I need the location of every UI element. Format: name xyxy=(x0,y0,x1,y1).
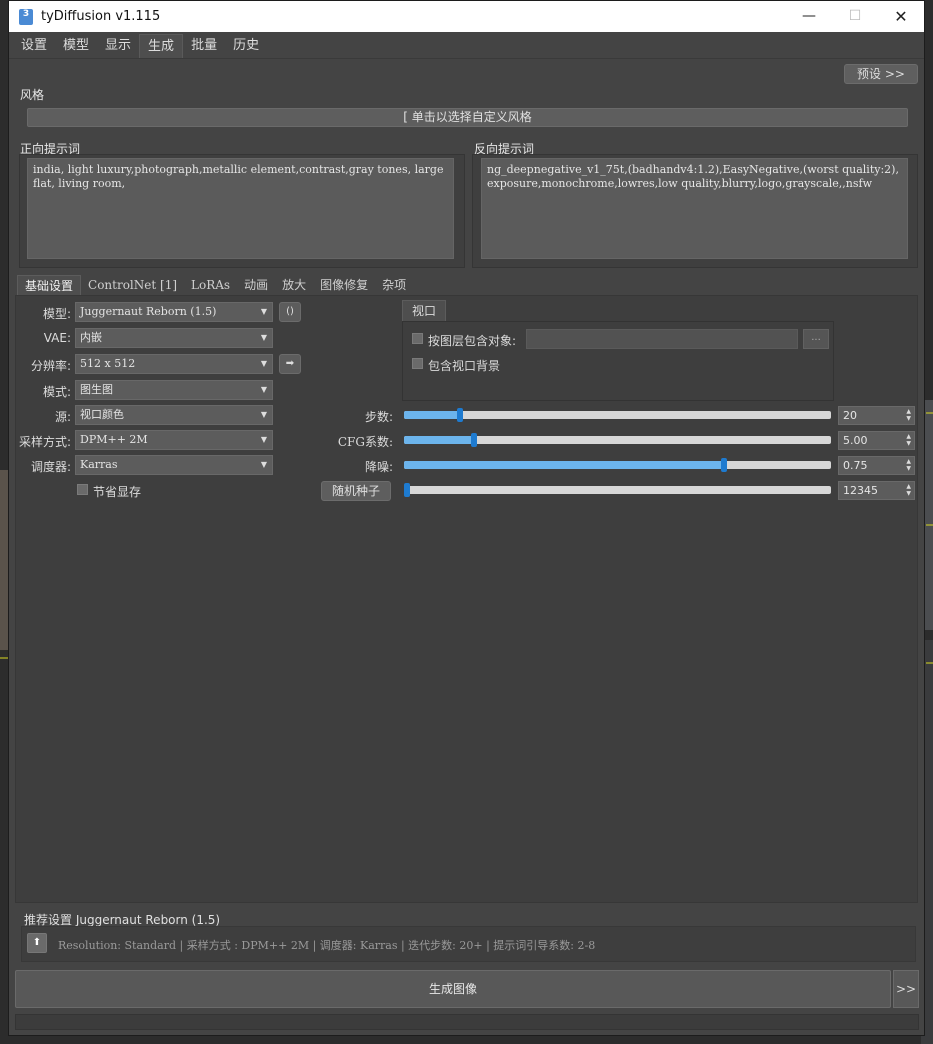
include-viewport-bg-label: 包含视口背景 xyxy=(428,359,501,373)
steps-spinbox[interactable]: 20 ▲ ▼ xyxy=(838,406,915,425)
spin-arrows-icon: ▲ ▼ xyxy=(906,433,911,447)
tab-upscale[interactable]: 放大 xyxy=(275,275,313,295)
cfg-slider-fill xyxy=(404,436,474,444)
window-title: tyDiffusion v1.115 xyxy=(41,9,161,24)
spin-arrows-icon: ▲ ▼ xyxy=(906,458,911,472)
vae-select-value: 内嵌 xyxy=(80,331,102,344)
denoise-spinbox[interactable]: 0.75 ▲ ▼ xyxy=(838,456,915,475)
steps-value: 20 xyxy=(843,409,857,422)
denoise-value: 0.75 xyxy=(843,459,868,472)
tab-display[interactable]: 显示 xyxy=(97,34,139,58)
steps-label: 步数: xyxy=(364,410,393,424)
include-by-layer-checkbox[interactable] xyxy=(412,333,423,344)
tab-inpaint[interactable]: 图像修复 xyxy=(313,275,375,295)
sampler-select-value: DPM++ 2M xyxy=(80,433,148,446)
model-label: 模型: xyxy=(42,307,71,321)
steps-slider-fill xyxy=(404,411,460,419)
source-select[interactable]: 视口颜色 ▼ xyxy=(75,405,273,425)
seed-value: 12345 xyxy=(843,484,878,497)
denoise-slider-fill xyxy=(404,461,724,469)
chevron-down-icon: ▼ xyxy=(260,359,267,368)
close-button[interactable]: ✕ xyxy=(878,1,924,32)
cfg-spinbox[interactable]: 5.00 ▲ ▼ xyxy=(838,431,915,450)
tab-history[interactable]: 历史 xyxy=(225,34,267,58)
steps-slider-handle[interactable] xyxy=(457,408,463,422)
tab-controlnet[interactable]: ControlNet [1] xyxy=(81,275,184,295)
status-bar xyxy=(15,1014,919,1030)
positive-prompt-input[interactable]: india, light luxury,photograph,metallic … xyxy=(27,158,454,259)
apply-recommended-icon[interactable]: ⬆ xyxy=(27,933,47,953)
scheduler-select[interactable]: Karras ▼ xyxy=(75,455,273,475)
scheduler-select-value: Karras xyxy=(80,458,118,471)
tab-model[interactable]: 模型 xyxy=(55,34,97,58)
refresh-models-button[interactable]: () xyxy=(279,302,301,322)
style-label: 风格 xyxy=(20,88,45,102)
minimize-button[interactable]: — xyxy=(786,1,832,32)
chevron-down-icon: ▼ xyxy=(260,460,267,469)
source-label: 源: xyxy=(54,410,71,424)
sampler-label: 采样方式: xyxy=(18,435,71,449)
tab-loras[interactable]: LoRAs xyxy=(184,275,237,295)
tab-basic-settings[interactable]: 基础设置 xyxy=(17,275,82,295)
save-vram-checkbox[interactable] xyxy=(77,484,88,495)
chevron-down-icon: ▼ xyxy=(260,435,267,444)
seed-slider-handle[interactable] xyxy=(404,483,410,497)
chevron-down-icon: ▼ xyxy=(260,410,267,419)
tab-misc[interactable]: 杂项 xyxy=(375,275,413,295)
tab-animation[interactable]: 动画 xyxy=(237,275,275,295)
model-select[interactable]: Juggernaut Reborn (1.5) ▼ xyxy=(75,302,273,322)
chevron-down-icon: ▼ xyxy=(260,333,267,342)
seed-spinbox[interactable]: 12345 ▲ ▼ xyxy=(838,481,915,500)
tab-settings[interactable]: 设置 xyxy=(13,34,55,58)
scheduler-label: 调度器: xyxy=(30,460,71,474)
mode-select-value: 图生图 xyxy=(80,383,113,396)
denoise-label: 降噪: xyxy=(364,460,393,474)
recommended-settings-text: Resolution: Standard | 采样方式 : DPM++ 2M |… xyxy=(58,939,596,952)
tab-batch[interactable]: 批量 xyxy=(183,34,225,58)
resolution-select-value: 512 x 512 xyxy=(80,357,136,370)
mode-select[interactable]: 图生图 ▼ xyxy=(75,380,273,400)
random-seed-button[interactable]: 随机种子 xyxy=(321,481,391,501)
steps-slider[interactable] xyxy=(404,408,831,422)
generation-sub-tabs: 基础设置 ControlNet [1] LoRAs 动画 放大 图像修复 杂项 xyxy=(17,275,413,295)
cfg-slider-handle[interactable] xyxy=(471,433,477,447)
include-viewport-bg-checkbox[interactable] xyxy=(412,358,423,369)
tab-generate[interactable]: 生成 xyxy=(139,34,184,58)
denoise-slider-handle[interactable] xyxy=(721,458,727,472)
custom-style-button[interactable]: [ 单击以选择自定义风格 xyxy=(27,108,908,127)
vae-label: VAE: xyxy=(43,331,71,345)
vae-select[interactable]: 内嵌 ▼ xyxy=(75,328,273,348)
cfg-slider[interactable] xyxy=(404,433,831,447)
resolution-label: 分辨率: xyxy=(30,359,71,373)
spin-arrows-icon: ▲ ▼ xyxy=(906,408,911,422)
include-by-layer-label: 按图层包含对象: xyxy=(428,334,517,348)
maximize-button[interactable]: ☐ xyxy=(832,1,878,32)
cfg-value: 5.00 xyxy=(843,434,868,447)
recommended-settings-panel: ⬆ Resolution: Standard | 采样方式 : DPM++ 2M… xyxy=(21,926,916,962)
denoise-slider[interactable] xyxy=(404,458,831,472)
app-icon: 3 xyxy=(19,8,33,25)
preset-button[interactable]: 预设 >> xyxy=(844,64,918,84)
mode-label: 模式: xyxy=(42,385,71,399)
generate-options-button[interactable]: >> xyxy=(893,970,919,1008)
main-tabs: 设置 模型 显示 生成 批量 历史 xyxy=(9,32,924,59)
sampler-select[interactable]: DPM++ 2M ▼ xyxy=(75,430,273,450)
seed-slider[interactable] xyxy=(404,483,831,497)
spin-arrows-icon: ▲ ▼ xyxy=(906,483,911,497)
source-select-value: 视口颜色 xyxy=(80,408,124,421)
tydiffusion-window: 3 tyDiffusion v1.115 — ☐ ✕ 设置 模型 显示 生成 批… xyxy=(8,0,925,1036)
arrow-right-icon[interactable]: ➡ xyxy=(279,354,301,374)
save-vram-label: 节省显存 xyxy=(93,485,142,499)
tab-viewport[interactable]: 视口 xyxy=(402,300,446,321)
chevron-down-icon: ▼ xyxy=(260,307,267,316)
resolution-select[interactable]: 512 x 512 ▼ xyxy=(75,354,273,374)
layer-objects-field[interactable] xyxy=(526,329,798,349)
browse-layers-button[interactable]: ... xyxy=(803,329,829,349)
model-select-value: Juggernaut Reborn (1.5) xyxy=(80,305,217,318)
title-bar: 3 tyDiffusion v1.115 — ☐ ✕ xyxy=(9,1,924,32)
generate-image-button[interactable]: 生成图像 xyxy=(15,970,891,1008)
chevron-down-icon: ▼ xyxy=(260,385,267,394)
negative-prompt-input[interactable]: ng_deepnegative_v1_75t,(badhandv4:1.2),E… xyxy=(481,158,908,259)
cfg-label: CFG系数: xyxy=(337,435,393,449)
